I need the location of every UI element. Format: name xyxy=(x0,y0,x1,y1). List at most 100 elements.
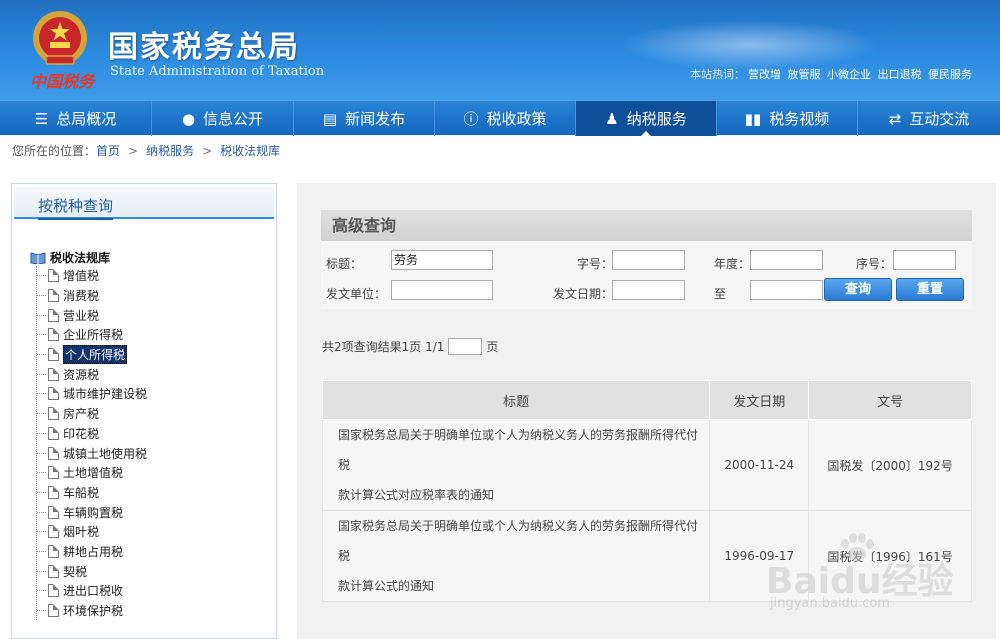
result-title-link[interactable]: 国家税务总局关于明确单位或个人为纳税义务人的劳务报酬所得代付税 款计算公式对应税… xyxy=(321,419,711,511)
user-icon: ♟ xyxy=(605,109,619,128)
header-glow xyxy=(620,20,880,70)
nav-item-interact[interactable]: ⇄ 互动交流 xyxy=(858,101,1000,136)
nav-item-info[interactable]: ● 信息公开 xyxy=(152,101,294,136)
nav-item-service[interactable]: ♟ 纳税服务 xyxy=(576,101,717,137)
col-date-header: 发文日期 xyxy=(709,380,810,420)
document-icon xyxy=(48,525,59,539)
tree-root[interactable]: 税收法规库 xyxy=(30,248,147,266)
site-title[interactable]: 国家税务总局 xyxy=(108,22,300,66)
tree-item-label: 土地增值税 xyxy=(63,466,124,481)
nav-item-label: 互动交流 xyxy=(909,110,970,128)
hot-word-link[interactable]: 营改增 xyxy=(748,68,781,81)
tree-item[interactable]: 消费税 xyxy=(37,286,147,306)
hot-word-link[interactable]: 出口退税 xyxy=(878,68,922,81)
advanced-search-title: 高级查询 xyxy=(321,210,972,241)
document-icon xyxy=(48,407,59,421)
tree-item-label: 烟叶税 xyxy=(63,525,100,540)
tree-item[interactable]: 车辆购置税 xyxy=(37,502,147,522)
serial-input[interactable] xyxy=(893,250,956,270)
tree-item[interactable]: 车船税 xyxy=(37,483,147,503)
nav-item-label: 信息公开 xyxy=(203,110,264,128)
tree-item[interactable]: 资源税 xyxy=(37,364,147,384)
table-header-row: 标题 发文日期 文号 xyxy=(321,380,972,420)
tree-item-label: 城市维护建设税 xyxy=(63,387,148,402)
nav-item-label: 纳税服务 xyxy=(626,110,687,128)
tree-item[interactable]: 个人所得税 xyxy=(37,345,147,365)
tree-item[interactable]: 耕地占用税 xyxy=(37,542,147,562)
nav-item-news[interactable]: ▤ 新闻发布 xyxy=(294,101,435,136)
tree-item[interactable]: 契税 xyxy=(37,561,147,581)
tree-item-label: 契税 xyxy=(63,564,88,579)
tree-item-label: 城镇土地使用税 xyxy=(63,446,148,461)
hot-word-link[interactable]: 便民服务 xyxy=(928,68,972,81)
tree-item[interactable]: 进出口税收 xyxy=(37,581,147,601)
logo-script: 中国税务 xyxy=(30,72,95,91)
national-emblem-icon[interactable] xyxy=(30,8,90,70)
document-icon xyxy=(48,446,59,460)
issuer-input[interactable] xyxy=(391,280,493,300)
tree-item[interactable]: 城镇土地使用税 xyxy=(37,443,147,463)
hot-words: 本站热词： 营改增 放管服 小微企业 出口退税 便民服务 xyxy=(690,66,972,82)
year-input[interactable] xyxy=(750,250,823,270)
document-icon xyxy=(48,564,59,578)
tree-item-label: 房产税 xyxy=(63,407,100,422)
document-icon xyxy=(48,485,59,499)
date-to-label: 至 xyxy=(714,287,727,301)
info-icon: ⓘ xyxy=(463,110,479,128)
title-input[interactable]: 劳务 xyxy=(391,250,493,270)
breadcrumb-service[interactable]: 纳税服务 xyxy=(146,144,194,158)
date-to-input[interactable] xyxy=(750,280,823,300)
breadcrumb-home[interactable]: 首页 xyxy=(96,144,120,158)
tree-item[interactable]: 企业所得税 xyxy=(37,325,147,345)
tree-item[interactable]: 营业税 xyxy=(37,305,147,325)
document-icon xyxy=(48,289,59,303)
reset-button[interactable]: 重置 xyxy=(896,278,964,301)
zihao-input[interactable] xyxy=(612,250,685,270)
page-suffix: 页 xyxy=(486,340,499,354)
tree-item[interactable]: 环境保护税 xyxy=(37,601,147,621)
video-icon: ▮▮ xyxy=(744,109,762,128)
document-icon xyxy=(48,269,59,283)
tree-item-label: 车船税 xyxy=(63,485,100,500)
document-icon xyxy=(48,505,59,519)
result-title-link[interactable]: 国家税务总局关于明确单位或个人为纳税义务人的劳务报酬所得代付税 款计算公式的通知 xyxy=(321,510,711,602)
hot-word-link[interactable]: 小微企业 xyxy=(827,68,871,81)
breadcrumb-library[interactable]: 税收法规库 xyxy=(220,144,280,158)
baidu-watermark: Baidu经验 jingyan.baidu.com xyxy=(766,532,986,622)
tree-item[interactable]: 印花税 xyxy=(37,424,147,444)
sidebar-title[interactable]: 按税种查询 xyxy=(38,195,114,220)
tree-item[interactable]: 房产税 xyxy=(37,404,147,424)
date-from-input[interactable] xyxy=(612,280,685,300)
tree-item-label: 营业税 xyxy=(63,308,100,323)
site-title-en: State Administration of Taxation xyxy=(110,64,325,79)
query-button[interactable]: 查询 xyxy=(824,278,892,301)
document-icon xyxy=(48,387,59,401)
tree-item-label: 进出口税收 xyxy=(63,584,124,599)
hot-word-link[interactable]: 放管服 xyxy=(788,68,821,81)
tree-item[interactable]: 城市维护建设税 xyxy=(37,384,147,404)
result-summary: 共2项查询结果1页 1/1 页 xyxy=(322,338,498,355)
col-number-header: 文号 xyxy=(808,380,972,420)
tree-item[interactable]: 烟叶税 xyxy=(37,522,147,542)
tree-item[interactable]: 增值税 xyxy=(37,266,147,286)
tree-item-label: 车辆购置税 xyxy=(63,505,124,520)
page-jump-input[interactable] xyxy=(448,338,483,355)
main-nav: ☰ 总局概况 ● 信息公开 ▤ 新闻发布 ⓘ 税收政策 ♟ 纳税服务 ▮▮ 税务… xyxy=(0,100,1000,137)
document-icon xyxy=(48,584,59,598)
tree-item-label: 消费税 xyxy=(63,289,100,304)
tree-item-label: 环境保护税 xyxy=(63,604,124,619)
tree-root-label: 税收法规库 xyxy=(50,250,111,265)
nav-item-overview[interactable]: ☰ 总局概况 xyxy=(0,101,152,136)
nav-item-label: 税收政策 xyxy=(486,110,547,128)
tree-item[interactable]: 土地增值税 xyxy=(37,463,147,483)
breadcrumb-sep: > xyxy=(128,144,139,158)
nav-item-video[interactable]: ▮▮ 税务视频 xyxy=(717,101,858,136)
result-title-line: 款计算公式对应税率表的通知 xyxy=(338,488,495,502)
date-label: 发文日期： xyxy=(553,287,614,301)
document-icon xyxy=(48,367,59,381)
nav-item-label: 税务视频 xyxy=(769,110,830,128)
breadcrumb-sep: > xyxy=(202,144,213,158)
result-count-text: 共2项查询结果1页 1/1 xyxy=(322,340,445,354)
tree-item-label: 资源税 xyxy=(63,367,100,382)
nav-item-policy[interactable]: ⓘ 税收政策 xyxy=(435,101,576,136)
